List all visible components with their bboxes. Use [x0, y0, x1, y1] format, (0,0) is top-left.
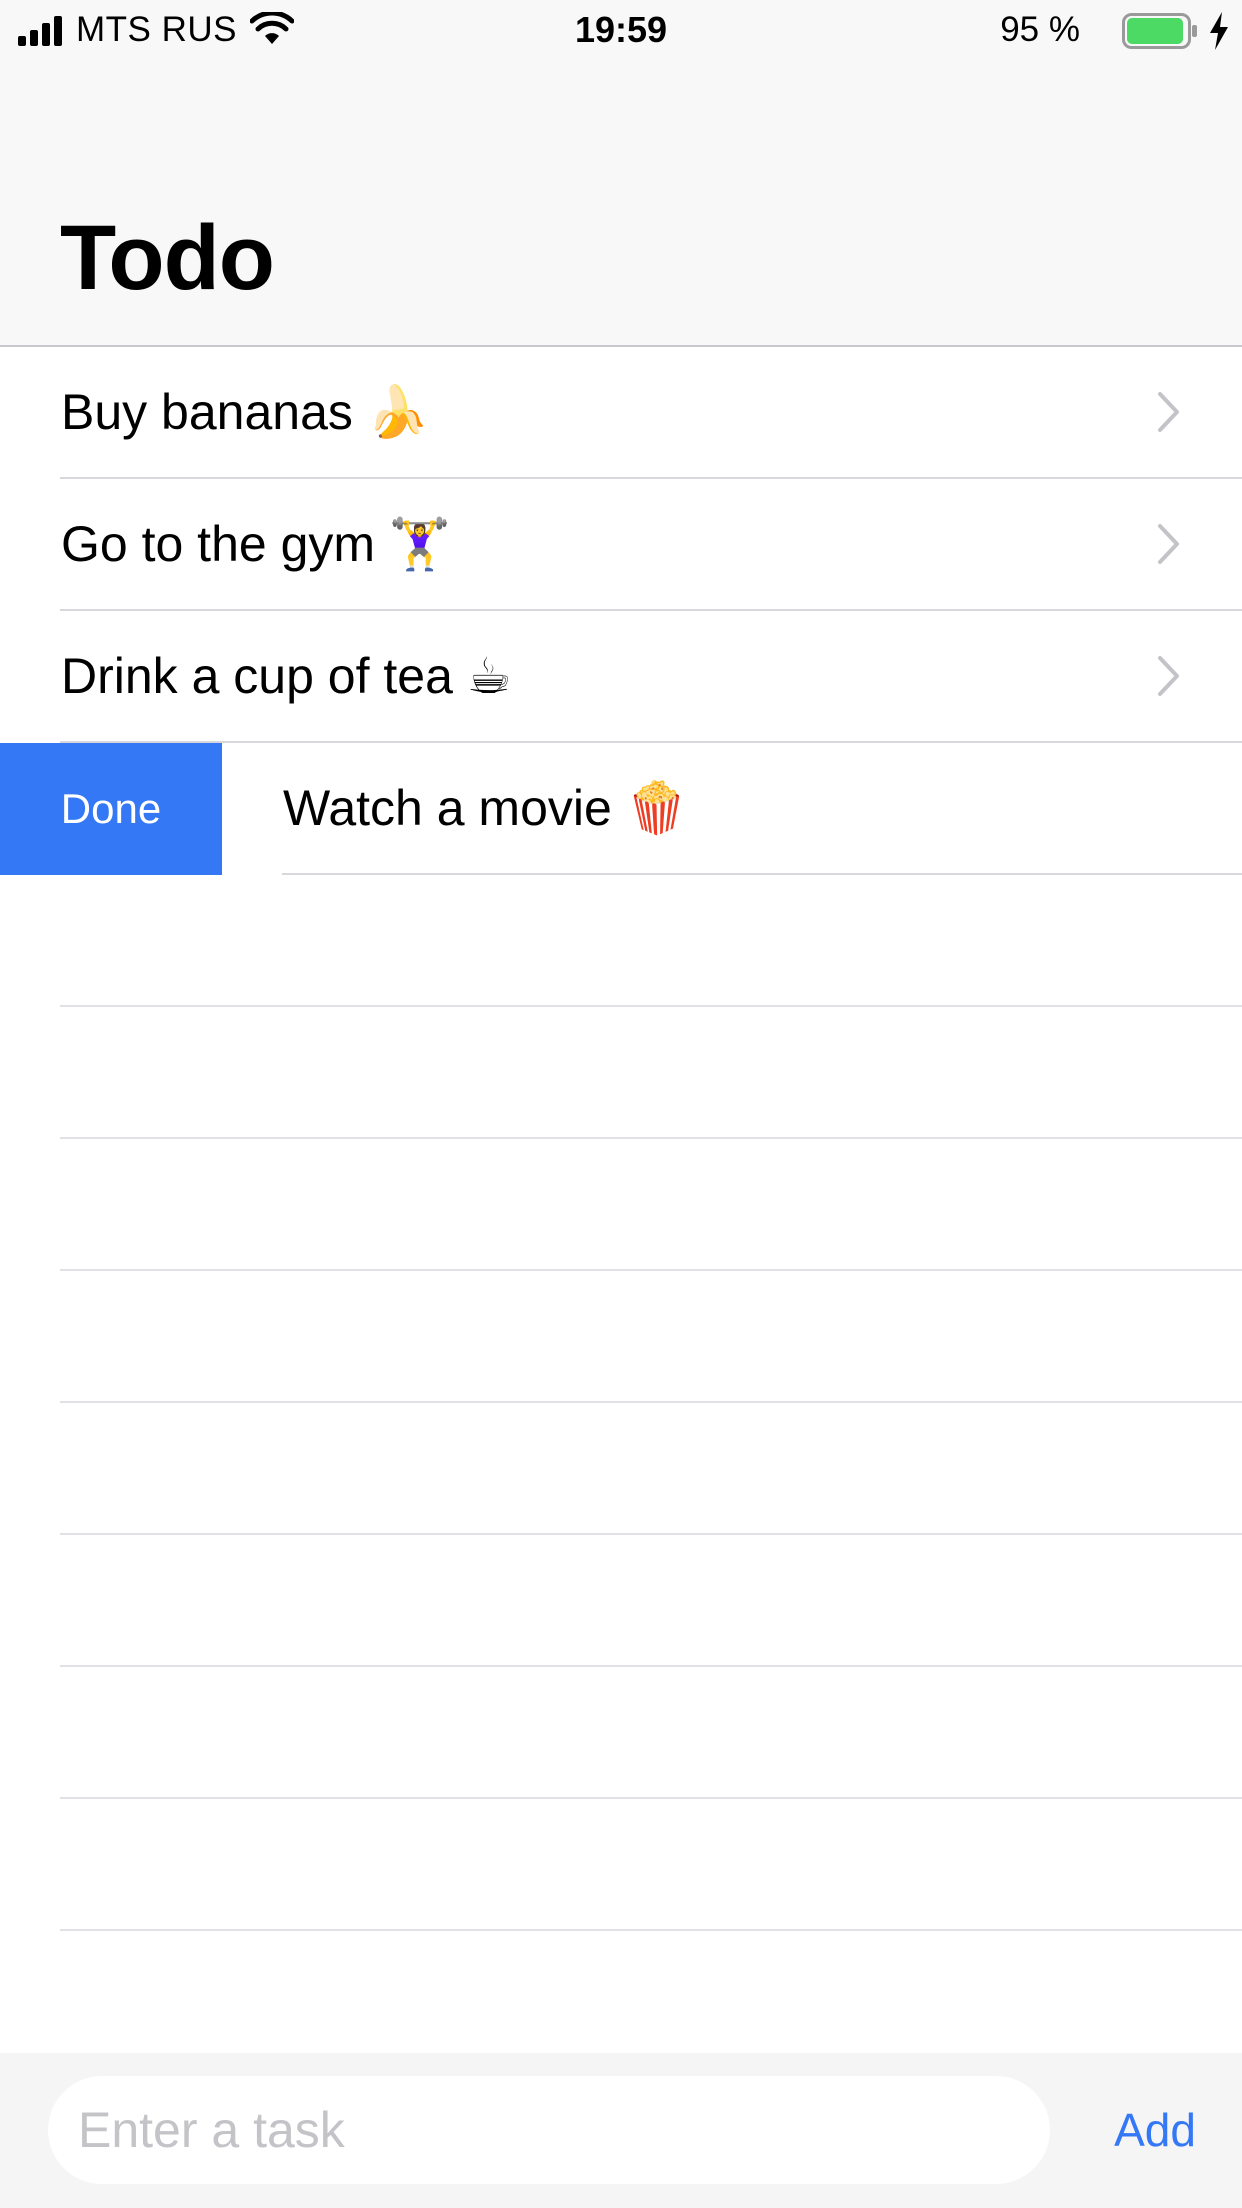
row-separator [60, 1929, 1242, 1931]
battery-percentage: 95 % [1000, 10, 1080, 49]
empty-row [0, 875, 1242, 1007]
battery-icon [1122, 13, 1197, 49]
task-label: Watch a movie 🍿 [283, 780, 688, 836]
done-button[interactable]: Done [0, 743, 222, 875]
empty-row [0, 1139, 1242, 1271]
task-row[interactable]: Buy bananas 🍌 [0, 347, 1242, 479]
task-label: Buy bananas 🍌 [61, 384, 430, 440]
chevron-right-icon [1158, 656, 1179, 696]
task-row-swiped[interactable]: Done Watch a movie 🍿 [0, 743, 1242, 875]
empty-row [0, 1271, 1242, 1403]
chevron-right-icon [1158, 524, 1179, 564]
empty-row [0, 1007, 1242, 1139]
task-label: Drink a cup of tea ☕ [61, 648, 512, 704]
empty-row [0, 1799, 1242, 1931]
task-label: Go to the gym 🏋️‍♀️ [61, 516, 452, 572]
chevron-right-icon [1158, 392, 1179, 432]
task-input-bar: Add [0, 2053, 1242, 2208]
task-row[interactable]: Go to the gym 🏋️‍♀️ [0, 479, 1242, 611]
charging-bolt-icon [1210, 12, 1228, 50]
empty-row [0, 1667, 1242, 1799]
task-list: Buy bananas 🍌 Go to the gym 🏋️‍♀️ Drink … [0, 347, 1242, 1931]
empty-row [0, 1403, 1242, 1535]
status-bar: MTS RUS 19:59 95 % [0, 0, 1242, 62]
task-input[interactable] [48, 2076, 1050, 2184]
empty-row [0, 1535, 1242, 1667]
page-title: Todo [60, 207, 275, 309]
todo-screen: MTS RUS 19:59 95 % Todo Buy bananas 🍌 Go… [0, 0, 1242, 2208]
task-row[interactable]: Drink a cup of tea ☕ [0, 611, 1242, 743]
add-button[interactable]: Add [1090, 2076, 1220, 2184]
navigation-bar: MTS RUS 19:59 95 % Todo [0, 0, 1242, 347]
